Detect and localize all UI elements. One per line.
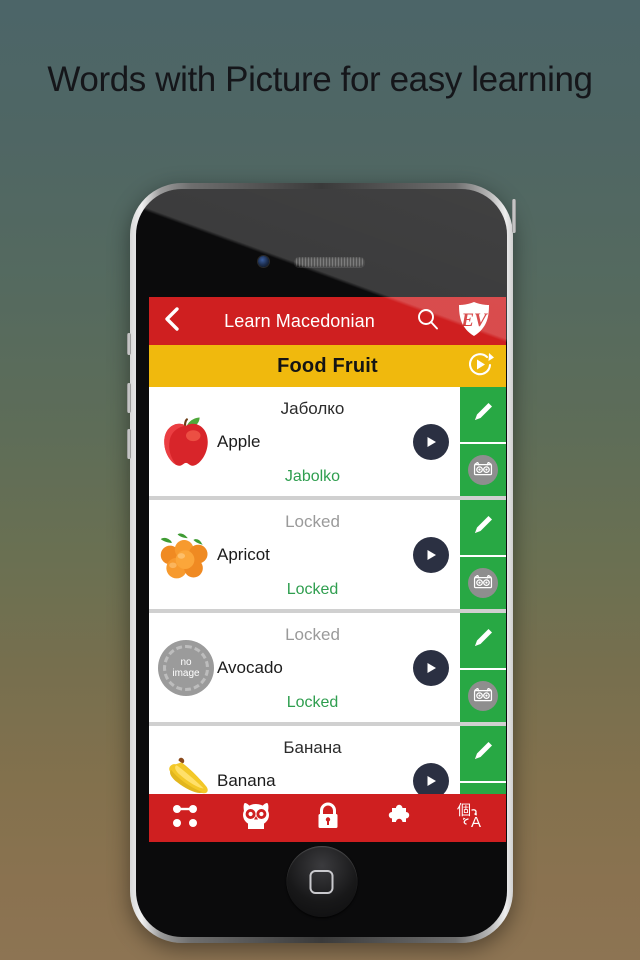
svg-text:個: 個	[457, 802, 471, 818]
row-actions	[460, 387, 506, 496]
search-icon	[416, 307, 440, 336]
play-button[interactable]	[402, 726, 460, 800]
table-row[interactable]: Locked Apricot Locked	[149, 500, 506, 609]
edit-button[interactable]	[460, 387, 506, 442]
phone-volume-down-button	[127, 429, 131, 459]
screenshot-canvas: Words with Picture for easy learning Lea…	[0, 0, 640, 960]
row-actions	[460, 500, 506, 609]
page-title: Words with Picture for easy learning	[47, 60, 593, 99]
play-button[interactable]	[402, 500, 460, 609]
owl-icon	[241, 802, 271, 835]
word-text-block: Јаболко Apple Jabolko	[217, 387, 402, 496]
edit-button[interactable]	[460, 613, 506, 668]
placeholder-line-1: no	[180, 656, 192, 668]
word-english: Avocado	[217, 657, 283, 677]
phone-volume-up-button	[127, 383, 131, 413]
word-text-block: Locked Apricot Locked	[217, 500, 402, 609]
play-icon	[413, 536, 449, 573]
svg-text:EV: EV	[460, 310, 488, 331]
owl-flashcard-icon	[468, 567, 498, 598]
home-square-icon	[309, 869, 334, 894]
category-bar: Food Fruit	[149, 345, 506, 387]
back-button[interactable]	[159, 306, 185, 337]
word-text-block: Locked Avocado Locked	[217, 613, 402, 722]
play-button[interactable]	[402, 387, 460, 496]
pencil-edit-icon	[470, 625, 496, 656]
edit-button[interactable]	[460, 726, 506, 781]
word-list[interactable]: Јаболко Apple Jabolko Locked Apricot Loc…	[149, 387, 506, 800]
category-title: Food Fruit	[277, 354, 378, 377]
word-native: Банана	[283, 738, 342, 757]
edit-button[interactable]	[460, 500, 506, 555]
word-native: Locked	[285, 512, 340, 531]
play-icon	[413, 423, 449, 460]
flashcard-button[interactable]	[460, 441, 506, 496]
app-navbar: Learn Macedonian EV	[149, 297, 506, 345]
nodes-graph-icon	[170, 803, 200, 834]
home-button[interactable]	[286, 846, 357, 917]
app-logo-button[interactable]: EV	[448, 301, 500, 342]
play-icon	[413, 649, 449, 686]
search-button[interactable]	[408, 307, 448, 336]
row-actions	[460, 726, 506, 800]
play-button[interactable]	[402, 613, 460, 722]
toolbar-item-translate[interactable]: 個 A	[435, 801, 506, 836]
row-actions	[460, 613, 506, 722]
word-native: Locked	[285, 625, 340, 644]
flashcard-button[interactable]	[460, 667, 506, 722]
toolbar-item-games[interactable]	[149, 803, 220, 834]
placeholder-line-2: image	[172, 667, 200, 679]
table-row[interactable]: no image Locked Avocado Locked	[149, 613, 506, 722]
table-row[interactable]: Јаболко Apple Jabolko	[149, 387, 506, 496]
autoplay-button[interactable]	[460, 348, 500, 384]
phone-bezel: Learn Macedonian EV Food Fruit Јаболко A…	[136, 189, 507, 937]
word-text-block: Банана Banana	[217, 726, 402, 800]
toolbar-item-flashcards[interactable]	[220, 802, 291, 835]
pencil-edit-icon	[470, 738, 496, 769]
word-transliteration: Locked	[286, 581, 339, 598]
chevron-left-icon	[164, 306, 180, 337]
ev-shield-logo: EV	[457, 301, 491, 342]
word-english: Banana	[217, 770, 276, 790]
puzzle-piece-icon	[384, 802, 414, 835]
word-transliteration: Locked	[286, 694, 339, 711]
svg-text:A: A	[471, 814, 481, 831]
toolbar-item-puzzle[interactable]	[363, 802, 434, 835]
word-image	[149, 387, 223, 496]
owl-flashcard-icon	[468, 454, 498, 485]
navbar-title: Learn Macedonian	[224, 310, 375, 331]
word-image	[149, 726, 223, 800]
table-row[interactable]: Банана Banana	[149, 726, 506, 800]
autoplay-loop-play-icon	[465, 349, 495, 384]
front-camera-icon	[258, 256, 269, 267]
flashcard-button[interactable]	[460, 554, 506, 609]
pencil-edit-icon	[470, 512, 496, 543]
word-transliteration: Jabolko	[284, 468, 341, 485]
bottom-toolbar: 個 A	[149, 794, 506, 842]
app-screen: Learn Macedonian EV Food Fruit Јаболко A…	[149, 297, 506, 842]
earpiece-speaker-icon	[294, 257, 365, 267]
toolbar-item-unlock[interactable]	[292, 802, 363, 835]
apricot-image	[160, 532, 208, 578]
word-native: Јаболко	[280, 399, 345, 418]
no-image-placeholder: no image	[158, 639, 214, 696]
translate-icon: 個 A	[453, 801, 487, 836]
apple-image	[164, 417, 208, 466]
word-image: no image	[149, 613, 223, 722]
pencil-edit-icon	[470, 399, 496, 430]
word-english: Apricot	[217, 544, 270, 564]
phone-silent-switch	[127, 333, 131, 355]
phone-mockup: Learn Macedonian EV Food Fruit Јаболко A…	[127, 183, 516, 943]
word-english: Apple	[217, 431, 261, 451]
phone-power-button	[512, 199, 516, 233]
word-image	[149, 500, 223, 609]
lock-icon	[315, 802, 341, 835]
owl-flashcard-icon	[468, 680, 498, 711]
